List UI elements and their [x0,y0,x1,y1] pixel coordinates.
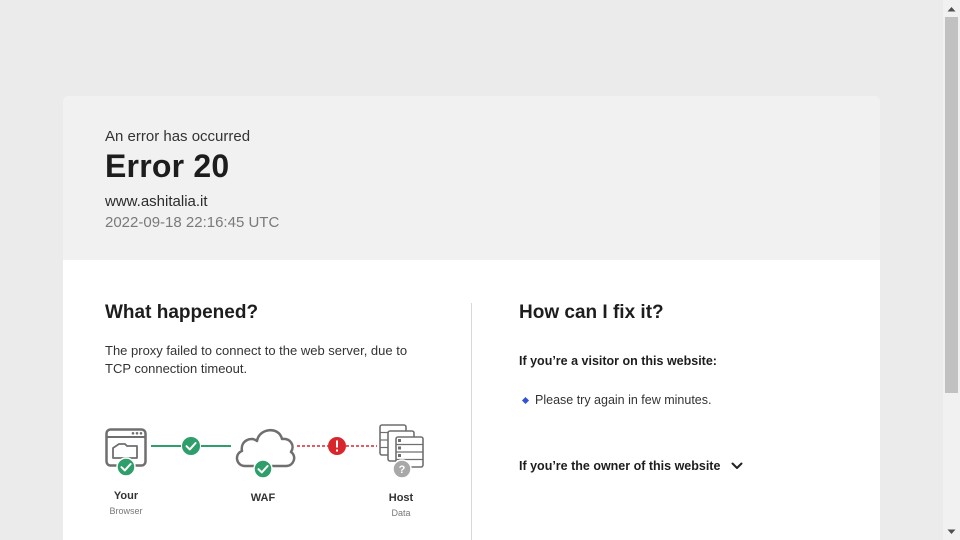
error-page: An error has occurred Error 20 www.ashit… [0,0,960,540]
error-timestamp: 2022-09-18 22:16:45 UTC [105,214,280,231]
host-node-label: Host [388,492,414,504]
bullet-diamond-icon [521,396,530,404]
vertical-scrollbar[interactable] [943,0,960,540]
how-to-fix-title: How can I fix it? [519,302,664,323]
owner-section-toggle[interactable]: If you’re the owner of this website [519,459,744,473]
host-node-sub: Data [391,508,411,518]
what-happened-title: What happened? [105,302,259,323]
owner-heading: If you’re the owner of this website [519,459,721,473]
browser-node-sub: Browser [109,506,143,516]
exclamation-icon [328,437,346,455]
browser-check-icon [116,457,136,477]
error-header: An error has occurred Error 20 www.ashit… [63,96,880,260]
scroll-up-button[interactable] [943,0,960,17]
error-title: Error 20 [105,148,230,184]
connection-diagram: ? Your Browser WAF Host Data [105,408,435,518]
error-card: An error has occurred Error 20 www.ashit… [63,96,880,540]
visitor-heading: If you’re a visitor on this website: [519,354,717,368]
error-body: What happened? The proxy failed to conne… [63,260,880,540]
column-divider [471,303,472,540]
error-pretitle: An error has occurred [105,128,251,145]
waf-node-label: WAF [250,492,276,504]
scroll-down-button[interactable] [943,523,960,540]
waf-check-icon [253,459,273,479]
visitor-tip: Please try again in few minutes. [519,393,711,407]
browser-node-label: Your [113,490,139,502]
error-domain: www.ashitalia.it [105,193,208,210]
svg-text:?: ? [399,464,406,476]
what-happened-description: The proxy failed to connect to the web s… [105,343,408,376]
host-question-icon: ? [392,459,412,479]
visitor-tip-text: Please try again in few minutes. [535,393,712,407]
scroll-down-arrow-icon [947,529,956,534]
check-icon [182,437,200,455]
scroll-up-arrow-icon [947,6,956,11]
scrollbar-thumb[interactable] [945,17,958,393]
chevron-down-icon [731,462,743,469]
